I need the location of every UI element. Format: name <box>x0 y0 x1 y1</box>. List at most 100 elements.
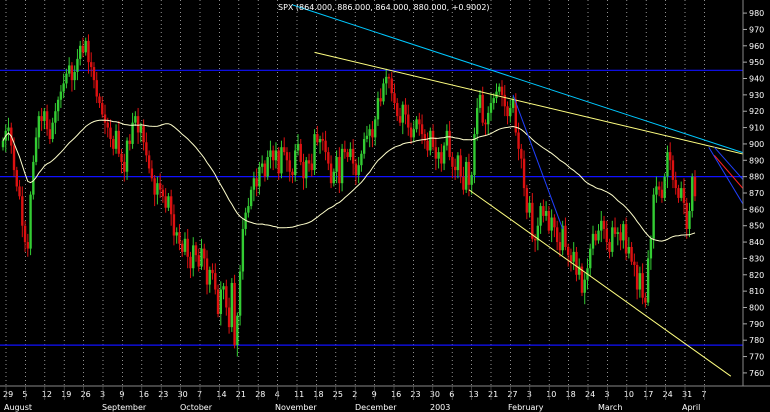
y-tick-label: 780 <box>749 336 764 345</box>
candle-body <box>123 161 126 172</box>
candle-body <box>437 152 440 159</box>
candle-body <box>622 224 625 241</box>
candle-body <box>566 246 570 256</box>
candle-body <box>296 143 300 151</box>
candle-body <box>70 65 74 81</box>
candle-body <box>73 71 76 81</box>
candle-body <box>368 129 371 136</box>
candle-body <box>426 140 429 151</box>
candle-body <box>633 261 636 265</box>
candle-body <box>172 214 176 236</box>
candle-body <box>98 96 101 104</box>
candle-body <box>553 217 556 228</box>
x-tick-label: 5 <box>22 390 27 399</box>
candle-body <box>164 196 167 208</box>
candle-body <box>175 232 178 236</box>
candle-body <box>214 273 217 290</box>
candle-body <box>393 93 396 104</box>
candle-body <box>387 76 391 79</box>
x-tick-label: 14 <box>216 390 226 399</box>
x-tick-label: 7 <box>197 390 202 399</box>
candle-body <box>43 111 46 122</box>
candle-body <box>101 103 104 115</box>
candle-body <box>666 152 669 177</box>
candle-body <box>591 233 595 249</box>
candle-body <box>186 238 189 257</box>
x-tick-label: 21 <box>236 390 246 399</box>
candle-body <box>313 134 316 171</box>
candle-body <box>407 114 410 128</box>
candle-body <box>346 152 349 158</box>
candle-body <box>624 224 628 254</box>
candle-body <box>365 135 369 140</box>
candle-body <box>354 163 358 176</box>
x-tick-label: 30 <box>178 390 188 399</box>
x-tick-label: 21 <box>488 390 498 399</box>
candle-body <box>78 45 82 59</box>
y-tick-label: 900 <box>749 140 764 149</box>
candle-body <box>357 165 360 176</box>
candle-body <box>76 58 79 72</box>
chart-title: SPX (864.000, 886.000, 864.000, 880.000,… <box>278 3 490 12</box>
month-label: April <box>682 403 700 412</box>
candle-body <box>18 186 21 197</box>
candle-body <box>627 246 631 254</box>
y-tick-label: 960 <box>749 42 764 51</box>
candle-body <box>142 125 145 143</box>
candle-body <box>227 307 231 328</box>
candle-body <box>139 125 143 133</box>
candle-body <box>693 176 697 197</box>
candle-body <box>445 130 449 146</box>
candle-body <box>150 168 154 179</box>
candle-body <box>219 289 223 315</box>
candle-body <box>192 245 195 269</box>
candle-body <box>329 163 333 184</box>
candle-body <box>677 188 680 198</box>
candle-body <box>230 282 234 328</box>
x-tick-label: 12 <box>42 390 52 399</box>
candle-body <box>685 202 688 229</box>
candle-body <box>635 264 639 290</box>
candle-body <box>390 78 393 94</box>
candle-body <box>211 269 214 274</box>
candle-body <box>285 152 289 161</box>
y-tick-label: 860 <box>749 205 764 214</box>
candle-body <box>561 225 564 251</box>
candle-body <box>385 76 388 84</box>
candle-body <box>332 171 336 184</box>
candle-body <box>194 245 198 256</box>
candle-body <box>467 161 471 185</box>
candle-body <box>572 251 575 262</box>
candle-body <box>668 152 672 161</box>
candle-body <box>21 196 24 226</box>
candle-body <box>575 251 578 275</box>
x-tick-label: 10 <box>624 390 634 399</box>
candle-body <box>156 183 159 195</box>
candle-body <box>517 132 520 149</box>
candle-body <box>236 315 239 346</box>
candle-body <box>475 107 479 135</box>
candle-body <box>431 130 435 148</box>
candle-body <box>415 119 418 130</box>
y-tick-label: 790 <box>749 320 764 329</box>
candle-body <box>360 153 363 166</box>
candle-body <box>299 143 302 162</box>
candle-body <box>340 148 344 184</box>
candle-body <box>605 228 608 243</box>
candle-body <box>169 196 173 215</box>
candle-body <box>616 232 620 234</box>
candle-body <box>682 188 686 203</box>
candle-body <box>550 217 553 231</box>
candle-body <box>90 62 93 68</box>
x-tick-label: 24 <box>663 390 673 399</box>
candle-body <box>181 243 184 252</box>
candle-body <box>222 286 225 290</box>
candle-body <box>225 286 228 308</box>
candle-body <box>478 94 482 108</box>
candle-body <box>307 160 311 164</box>
candle-body <box>1 140 5 148</box>
y-tick-label: 890 <box>749 156 764 165</box>
candle-body <box>470 175 473 185</box>
candle-body <box>649 238 653 259</box>
candle-body <box>258 166 261 187</box>
